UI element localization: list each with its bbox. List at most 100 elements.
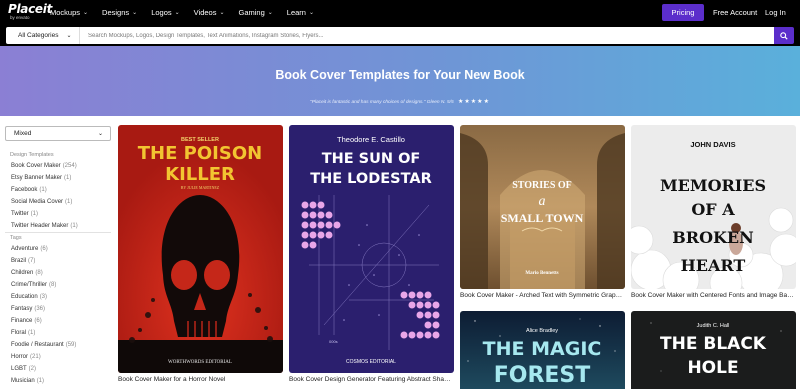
template-card-small-town[interactable]: STORIES OF a SMALL TOWN Mario Bennetts B… — [460, 125, 625, 305]
template-card-black-hole[interactable]: Judith C. Hall THE BLACK HOLE — [631, 311, 796, 389]
category-select[interactable]: All Categories ⌄ — [6, 27, 80, 44]
tag-item-crime-thriller[interactable]: Crime/Thriller (8) — [11, 282, 56, 288]
tag-item-children[interactable]: Children (8) — [11, 270, 43, 276]
pricing-button[interactable]: Pricing — [662, 4, 704, 21]
template-thumbnail[interactable]: JOHN DAVIS MEMORIES OF A BROKEN HEART — [631, 125, 796, 289]
chevron-down-icon: ⌄ — [97, 131, 103, 137]
template-caption[interactable]: Book Cover Maker with Centered Fonts and… — [631, 292, 796, 299]
top-navigation-bar: Placeit by envato Mockups ⌄ Designs ⌄ Logo… — [0, 0, 800, 25]
nav-item-gaming[interactable]: Gaming ⌄ — [238, 8, 272, 17]
magic-forest-title-line2: FOREST — [494, 363, 591, 388]
chevron-down-icon: ⌄ — [83, 10, 89, 16]
small-town-line1: STORIES OF — [512, 180, 572, 191]
nav-item-mockups[interactable]: Mockups ⌄ — [50, 8, 88, 17]
template-card-lodestar[interactable]: Theodore E. Castillo THE SUN OF THE LODE… — [289, 125, 454, 389]
login-link[interactable]: Log In — [765, 8, 786, 17]
lodestar-title-line1: THE SUN OF — [322, 151, 421, 167]
horror-publisher: WORTHWORDS EDITORIAL — [168, 360, 232, 365]
lodestar-cover-image: Theodore E. Castillo THE SUN OF THE LODE… — [289, 125, 454, 373]
search-button[interactable] — [774, 27, 794, 44]
sidebar-item-facebook[interactable]: Facebook (1) — [11, 187, 47, 193]
logo-text: Placeit — [8, 2, 53, 16]
tag-item-musician[interactable]: Musician (1) — [11, 378, 44, 384]
horror-title-line1: THE POISON — [138, 143, 262, 164]
tags-heading: Tags — [10, 235, 22, 241]
lodestar-publisher: COSMOS EDITORIAL — [346, 359, 396, 365]
nav-item-videos[interactable]: Videos ⌄ — [194, 8, 225, 17]
tag-item-label: Crime/Thriller — [11, 282, 47, 288]
small-town-line3: SMALL TOWN — [501, 211, 584, 225]
tag-item-count: (6) — [34, 318, 42, 324]
template-thumbnail[interactable]: STORIES OF a SMALL TOWN Mario Bennetts — [460, 125, 625, 289]
template-thumbnail[interactable]: BEST SELLER THE POISON KILLER BY JULIE M… — [118, 125, 283, 373]
tag-item-horror[interactable]: Horror (21) — [11, 354, 41, 360]
tag-item-count: (36) — [34, 306, 46, 312]
sidebar-item-count: (1) — [30, 211, 39, 217]
tag-item-floral[interactable]: Floral (1) — [11, 330, 35, 336]
tag-item-adventure[interactable]: Adventure (6) — [11, 246, 48, 252]
sidebar-item-count: (254) — [62, 163, 77, 169]
search-input[interactable] — [80, 27, 774, 44]
design-templates-heading: Design Templates — [10, 152, 54, 158]
sidebar-item-social-media-cover[interactable]: Social Media Cover (1) — [11, 199, 72, 205]
tag-item-brazil[interactable]: Brazil (7) — [11, 258, 35, 264]
memories-author: JOHN DAVIS — [690, 140, 735, 149]
nav-item-label: Videos — [193, 8, 217, 17]
template-card-magic-forest[interactable]: Alice Bradley THE MAGIC FOREST — [460, 311, 625, 389]
horror-title-line2: KILLER — [165, 164, 235, 185]
tag-item-fantasy[interactable]: Fantasy (36) — [11, 306, 45, 312]
tag-item-label: Musician — [11, 378, 35, 384]
tag-item-label: Education — [11, 294, 38, 300]
filter-sidebar: Mixed ⌄ Design Templates Book Cover Make… — [0, 116, 112, 389]
template-caption[interactable]: Book Cover Maker for a Horror Novel — [118, 376, 283, 383]
sidebar-item-count: (1) — [70, 223, 78, 229]
nav-item-learn[interactable]: Learn ⌄ — [287, 8, 314, 17]
tag-item-count: (7) — [28, 258, 36, 264]
template-thumbnail[interactable]: Alice Bradley THE MAGIC FOREST — [460, 311, 625, 389]
template-card-memories[interactable]: JOHN DAVIS MEMORIES OF A BROKEN HEART Bo… — [631, 125, 796, 305]
sidebar-item-etsy-banner-maker[interactable]: Etsy Banner Maker (1) — [11, 175, 71, 181]
tag-item-count: (21) — [30, 354, 41, 360]
sidebar-item-twitter-header-maker[interactable]: Twitter Header Maker (1) — [11, 223, 78, 229]
sort-select[interactable]: Mixed ⌄ — [5, 126, 111, 141]
horror-cover-image: BEST SELLER THE POISON KILLER BY JULIE M… — [118, 125, 283, 373]
horror-author: BY JULIE MARTINEZ — [181, 185, 220, 190]
tag-item-finance[interactable]: Finance (6) — [11, 318, 42, 324]
nav-item-logos[interactable]: Logos ⌄ — [151, 8, 179, 17]
tag-item-count: (3) — [39, 294, 48, 300]
sidebar-item-count: (1) — [64, 175, 72, 181]
magic-forest-title-line1: THE MAGIC — [483, 338, 602, 360]
small-town-line2: a — [539, 194, 546, 209]
sidebar-item-label: Facebook — [11, 187, 38, 193]
sidebar-item-book-cover-maker[interactable]: Book Cover Maker (254) — [11, 163, 77, 169]
chevron-down-icon: ⌄ — [267, 10, 273, 16]
black-hole-cover-image: Judith C. Hall THE BLACK HOLE — [631, 311, 796, 389]
magic-forest-cover-image: Alice Bradley THE MAGIC FOREST — [460, 311, 625, 389]
template-card-horror[interactable]: BEST SELLER THE POISON KILLER BY JULIE M… — [118, 125, 283, 389]
nav-item-label: Mockups — [50, 8, 81, 17]
black-hole-author: Judith C. Hall — [697, 323, 730, 329]
template-thumbnail[interactable]: Theodore E. Castillo THE SUN OF THE LODE… — [289, 125, 454, 373]
main-menu: Mockups ⌄ Designs ⌄ Logos ⌄ Videos ⌄ Gaming ⌄… — [50, 0, 328, 25]
sidebar-item-count: (1) — [39, 187, 47, 193]
tag-item-count: (59) — [65, 342, 77, 348]
tag-item-label: Children — [11, 270, 34, 276]
placeit-logo[interactable]: Placeit by envato — [8, 3, 52, 21]
template-thumbnail[interactable]: Judith C. Hall THE BLACK HOLE — [631, 311, 796, 389]
tag-item-label: Foodie / Restaurant — [11, 342, 64, 348]
free-account-link[interactable]: Free Account — [713, 8, 757, 17]
tag-item-education[interactable]: Education (3) — [11, 294, 47, 300]
tag-item-count: (1) — [28, 330, 36, 336]
template-caption[interactable]: Book Cover Maker - Arched Text with Symm… — [460, 292, 625, 299]
black-hole-title-line2: HOLE — [687, 358, 738, 378]
sidebar-item-twitter[interactable]: Twitter (1) — [11, 211, 38, 217]
tag-item-lgbt[interactable]: LGBT (2) — [11, 366, 36, 372]
nav-item-designs[interactable]: Designs ⌄ — [102, 8, 137, 17]
search-bar-row: All Categories ⌄ — [0, 25, 800, 46]
tag-item-label: LGBT — [11, 366, 27, 372]
nav-item-label: Gaming — [238, 8, 265, 17]
tag-item-label: Adventure — [11, 246, 39, 252]
template-caption[interactable]: Book Cover Design Generator Featuring Ab… — [289, 376, 454, 383]
tag-item-foodie-restaurant[interactable]: Foodie / Restaurant (59) — [11, 342, 76, 348]
sidebar-item-label: Twitter — [11, 211, 29, 217]
